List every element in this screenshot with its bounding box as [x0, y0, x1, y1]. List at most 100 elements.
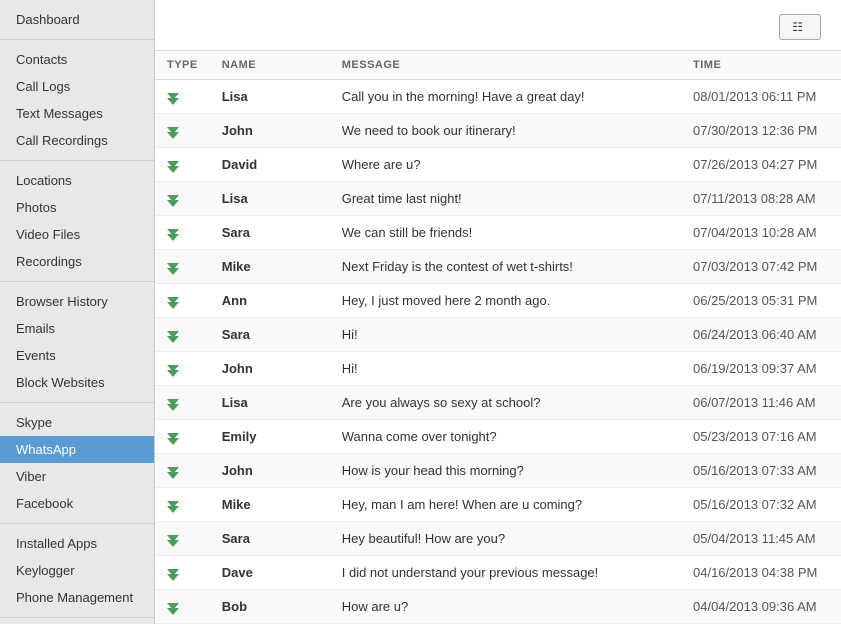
contact-name: Ann	[210, 284, 330, 318]
received-icon	[167, 297, 179, 309]
message-time: 05/16/2013 07:33 AM	[681, 454, 841, 488]
contact-name: Lisa	[210, 182, 330, 216]
col-header-time: TIME	[681, 51, 841, 80]
message-time: 07/26/2013 04:27 PM	[681, 148, 841, 182]
sidebar-item-call-recordings[interactable]: Call Recordings	[0, 127, 154, 154]
sidebar: Dashboard ContactsCall LogsText MessagesC…	[0, 0, 155, 624]
message-type-icon	[155, 556, 210, 590]
received-icon	[167, 127, 179, 139]
activity-log-button[interactable]: ☷	[779, 14, 821, 40]
message-time: 06/24/2013 06:40 AM	[681, 318, 841, 352]
contact-name: Bob	[210, 590, 330, 624]
sidebar-item-recordings[interactable]: Recordings	[0, 248, 154, 275]
message-time: 05/23/2013 07:16 AM	[681, 420, 841, 454]
message-text: Are you always so sexy at school?	[330, 386, 681, 420]
table-row: JohnWe need to book our itinerary!07/30/…	[155, 114, 841, 148]
received-icon	[167, 93, 179, 105]
message-text: Hi!	[330, 318, 681, 352]
message-text: Hi!	[330, 352, 681, 386]
table-row: DavidWhere are u?07/26/2013 04:27 PM	[155, 148, 841, 182]
received-icon	[167, 603, 179, 615]
message-type-icon	[155, 182, 210, 216]
message-text: Where are u?	[330, 148, 681, 182]
received-icon	[167, 399, 179, 411]
received-icon	[167, 535, 179, 547]
message-text: We can still be friends!	[330, 216, 681, 250]
sidebar-item-events[interactable]: Events	[0, 342, 154, 369]
contact-name: John	[210, 352, 330, 386]
message-type-icon	[155, 216, 210, 250]
table-body: LisaCall you in the morning! Have a grea…	[155, 80, 841, 624]
sidebar-item-viber[interactable]: Viber	[0, 463, 154, 490]
col-header-message: MESSAGE	[330, 51, 681, 80]
message-type-icon	[155, 454, 210, 488]
sidebar-item-whatsapp[interactable]: WhatsApp	[0, 436, 154, 463]
message-time: 07/03/2013 07:42 PM	[681, 250, 841, 284]
sidebar-item-installed-apps[interactable]: Installed Apps	[0, 530, 154, 557]
col-header-name: NAME	[210, 51, 330, 80]
message-time: 06/19/2013 09:37 AM	[681, 352, 841, 386]
table-header: TYPE NAME MESSAGE TIME	[155, 51, 841, 80]
message-type-icon	[155, 420, 210, 454]
table-row: MikeNext Friday is the contest of wet t-…	[155, 250, 841, 284]
message-time: 04/04/2013 09:36 AM	[681, 590, 841, 624]
table-row: JohnHow is your head this morning?05/16/…	[155, 454, 841, 488]
received-icon	[167, 501, 179, 513]
sidebar-item-call-logs[interactable]: Call Logs	[0, 73, 154, 100]
message-text: Great time last night!	[330, 182, 681, 216]
sidebar-item-dashboard[interactable]: Dashboard	[0, 6, 154, 33]
table-row: LisaCall you in the morning! Have a grea…	[155, 80, 841, 114]
sidebar-item-video-files[interactable]: Video Files	[0, 221, 154, 248]
message-type-icon	[155, 522, 210, 556]
list-icon: ☷	[792, 20, 803, 34]
messages-table: TYPE NAME MESSAGE TIME LisaCall you in t…	[155, 51, 841, 624]
message-text: Next Friday is the contest of wet t-shir…	[330, 250, 681, 284]
sidebar-item-text-messages[interactable]: Text Messages	[0, 100, 154, 127]
sidebar-item-keylogger[interactable]: Keylogger	[0, 557, 154, 584]
message-type-icon	[155, 148, 210, 182]
sidebar-item-contacts[interactable]: Contacts	[0, 46, 154, 73]
contact-name: Sara	[210, 522, 330, 556]
message-text: How is your head this morning?	[330, 454, 681, 488]
table-row: AnnHey, I just moved here 2 month ago.06…	[155, 284, 841, 318]
sidebar-item-emails[interactable]: Emails	[0, 315, 154, 342]
sidebar-item-photos[interactable]: Photos	[0, 194, 154, 221]
contact-name: Dave	[210, 556, 330, 590]
received-icon	[167, 467, 179, 479]
sidebar-item-skype[interactable]: Skype	[0, 409, 154, 436]
table-row: SaraWe can still be friends!07/04/2013 1…	[155, 216, 841, 250]
sidebar-item-browser-history[interactable]: Browser History	[0, 288, 154, 315]
contact-name: Lisa	[210, 386, 330, 420]
received-icon	[167, 161, 179, 173]
contact-name: John	[210, 114, 330, 148]
message-type-icon	[155, 284, 210, 318]
message-text: We need to book our itinerary!	[330, 114, 681, 148]
contact-name: Sara	[210, 216, 330, 250]
message-type-icon	[155, 352, 210, 386]
sidebar-item-locations[interactable]: Locations	[0, 167, 154, 194]
sidebar-item-phone-management[interactable]: Phone Management	[0, 584, 154, 611]
message-time: 06/07/2013 11:46 AM	[681, 386, 841, 420]
contact-name: Sara	[210, 318, 330, 352]
received-icon	[167, 263, 179, 275]
message-time: 07/11/2013 08:28 AM	[681, 182, 841, 216]
message-time: 06/25/2013 05:31 PM	[681, 284, 841, 318]
message-time: 07/04/2013 10:28 AM	[681, 216, 841, 250]
contact-name: Mike	[210, 250, 330, 284]
message-text: Hey, man I am here! When are u coming?	[330, 488, 681, 522]
message-text: How are u?	[330, 590, 681, 624]
message-time: 07/30/2013 12:36 PM	[681, 114, 841, 148]
sidebar-item-block-websites[interactable]: Block Websites	[0, 369, 154, 396]
message-time: 08/01/2013 06:11 PM	[681, 80, 841, 114]
message-text: I did not understand your previous messa…	[330, 556, 681, 590]
col-header-type: TYPE	[155, 51, 210, 80]
table-row: LisaAre you always so sexy at school?06/…	[155, 386, 841, 420]
sidebar-item-facebook[interactable]: Facebook	[0, 490, 154, 517]
message-time: 05/04/2013 11:45 AM	[681, 522, 841, 556]
table-row: EmilyWanna come over tonight?05/23/2013 …	[155, 420, 841, 454]
contact-name: John	[210, 454, 330, 488]
message-type-icon	[155, 590, 210, 624]
contact-name: Mike	[210, 488, 330, 522]
message-type-icon	[155, 250, 210, 284]
message-type-icon	[155, 386, 210, 420]
